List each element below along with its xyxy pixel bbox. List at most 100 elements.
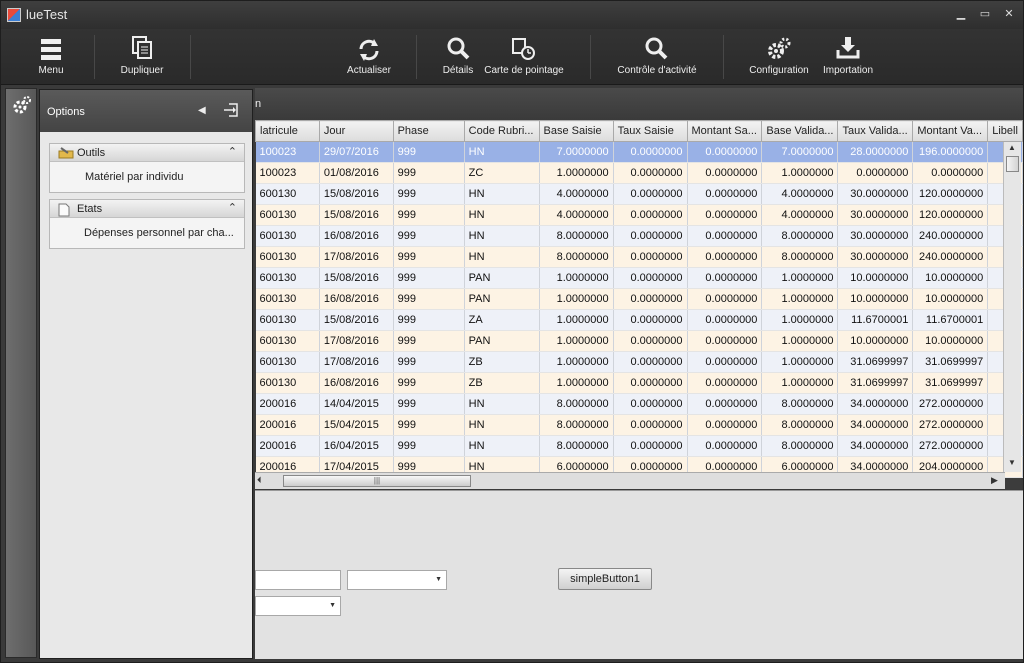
table-cell[interactable]: 0.0000000 [613,204,688,226]
table-cell[interactable]: 34.0000000 [837,414,914,436]
nav-item-depenses[interactable]: Dépenses personnel par cha... [84,227,234,239]
grid-column-header[interactable]: Montant Va... [912,120,989,142]
table-cell[interactable]: 30.0000000 [837,246,914,268]
table-cell[interactable]: 272.0000000 [912,414,989,436]
table-cell[interactable]: 0.0000000 [687,141,763,163]
table-cell[interactable]: 1.0000000 [539,372,614,394]
details-button[interactable]: Détails [439,29,477,85]
table-cell[interactable]: 240.0000000 [912,225,989,247]
table-cell[interactable]: 0.0000000 [613,288,688,310]
table-cell[interactable]: 8.0000000 [539,246,614,268]
table-cell[interactable]: 0.0000000 [687,351,763,373]
table-cell[interactable]: 31.0699997 [912,372,989,394]
table-cell[interactable]: 0.0000000 [687,225,763,247]
table-cell[interactable]: ZB [464,351,540,373]
table-row[interactable]: 600130 15/08/2016 999 PAN 1.0000000 0.0000000… [255,267,1023,289]
table-cell[interactable]: 1.0000000 [539,288,614,310]
table-cell[interactable]: ZB [464,372,540,394]
table-cell[interactable]: 0.0000000 [687,330,763,352]
table-cell[interactable]: 999 [393,183,465,205]
table-cell[interactable]: 01/08/2016 [319,162,394,184]
table-cell[interactable]: 16/04/2015 [319,435,394,457]
table-cell[interactable]: ZA [464,309,540,331]
table-cell[interactable]: 1.0000000 [761,351,839,373]
table-row[interactable]: 200016 15/04/2015 999 HN 8.0000000 0.0000000 0… [255,414,1023,436]
grid-column-header[interactable]: Taux Saisie [612,120,688,142]
table-cell[interactable]: 17/08/2016 [319,246,394,268]
table-cell[interactable]: 17/08/2016 [319,330,394,352]
table-cell[interactable]: 272.0000000 [912,435,989,457]
data-grid[interactable]: latricule Jour Phase Code Rubri... Base Sais… [255,120,1023,478]
table-cell[interactable]: 0.0000000 [687,372,763,394]
combo-box-2[interactable]: ▼ [255,596,341,616]
table-cell[interactable]: 0.0000000 [613,351,688,373]
grid-column-header[interactable]: Jour [318,120,394,142]
table-cell[interactable]: 600130 [255,288,320,310]
table-cell[interactable]: 999 [393,330,465,352]
table-cell[interactable]: 15/08/2016 [319,267,394,289]
table-cell[interactable]: 4.0000000 [539,183,614,205]
table-cell[interactable]: 0.0000000 [687,309,763,331]
table-cell[interactable]: HN [464,414,540,436]
table-cell[interactable]: HN [464,183,540,205]
table-cell[interactable]: 999 [393,162,465,184]
table-cell[interactable]: 0.0000000 [687,183,763,205]
table-row[interactable]: 200016 14/04/2015 999 HN 8.0000000 0.0000000 0… [255,393,1023,415]
table-cell[interactable]: 1.0000000 [539,162,614,184]
table-cell[interactable]: 1.0000000 [539,351,614,373]
table-cell[interactable]: 999 [393,309,465,331]
scroll-left-icon[interactable]: ⏴ [257,475,262,486]
table-cell[interactable]: 600130 [255,372,320,394]
menu-button[interactable]: Menu [31,29,71,85]
table-cell[interactable]: 34.0000000 [837,435,914,457]
scroll-up-icon[interactable]: ▲ [1008,143,1016,152]
table-cell[interactable]: 100023 [255,162,320,184]
table-cell[interactable]: 16/08/2016 [319,372,394,394]
vertical-scrollbar[interactable]: ▲ ▼ [1003,142,1021,472]
table-cell[interactable]: 999 [393,246,465,268]
table-cell[interactable]: 0.0000000 [613,309,688,331]
table-cell[interactable]: 1.0000000 [761,267,839,289]
table-cell[interactable]: 0.0000000 [613,225,688,247]
table-row[interactable]: 600130 16/08/2016 999 ZB 1.0000000 0.0000000 0… [255,372,1023,394]
table-cell[interactable]: 10.0000000 [912,267,989,289]
grid-column-header[interactable]: Libell [987,120,1023,142]
table-cell[interactable]: 10.0000000 [912,330,989,352]
table-cell[interactable]: 999 [393,141,465,163]
table-row[interactable]: 600130 17/08/2016 999 ZB 1.0000000 0.0000000 0… [255,351,1023,373]
table-cell[interactable]: 1.0000000 [761,162,839,184]
table-cell[interactable]: 10.0000000 [837,330,914,352]
table-cell[interactable]: 0.0000000 [912,162,989,184]
table-cell[interactable]: 10.0000000 [837,267,914,289]
table-cell[interactable]: 200016 [255,435,320,457]
table-cell[interactable]: 15/08/2016 [319,309,394,331]
table-cell[interactable]: 31.0699997 [837,351,914,373]
collapse-arrow-icon[interactable]: ◀ [198,105,206,116]
table-cell[interactable]: 999 [393,225,465,247]
table-cell[interactable]: 0.0000000 [687,288,763,310]
table-cell[interactable]: 0.0000000 [613,330,688,352]
table-cell[interactable]: 120.0000000 [912,204,989,226]
table-cell[interactable]: 1.0000000 [539,267,614,289]
table-cell[interactable]: 600130 [255,309,320,331]
table-cell[interactable]: 0.0000000 [613,435,688,457]
table-cell[interactable]: 8.0000000 [539,435,614,457]
table-cell[interactable]: 600130 [255,204,320,226]
table-cell[interactable]: 600130 [255,267,320,289]
table-row[interactable]: 600130 15/08/2016 999 ZA 1.0000000 0.0000000 0… [255,309,1023,331]
grid-column-header[interactable]: Base Valida... [761,120,839,142]
configuration-button[interactable]: Configuration [745,29,813,85]
table-cell[interactable]: HN [464,141,540,163]
table-cell[interactable]: 8.0000000 [539,393,614,415]
table-cell[interactable]: 29/07/2016 [319,141,394,163]
table-cell[interactable]: 0.0000000 [613,414,688,436]
table-cell[interactable]: 0.0000000 [613,183,688,205]
table-cell[interactable]: 0.0000000 [613,141,688,163]
table-row[interactable]: 100023 01/08/2016 999 ZC 1.0000000 0.0000000 0… [255,162,1023,184]
combo-box-1[interactable]: ▼ [347,570,447,590]
table-cell[interactable]: 7.0000000 [761,141,839,163]
table-cell[interactable]: 8.0000000 [539,414,614,436]
table-cell[interactable]: HN [464,225,540,247]
table-row[interactable]: 600130 15/08/2016 999 HN 4.0000000 0.0000000 0… [255,204,1023,226]
table-row[interactable]: 600130 16/08/2016 999 HN 8.0000000 0.0000000 0… [255,225,1023,247]
